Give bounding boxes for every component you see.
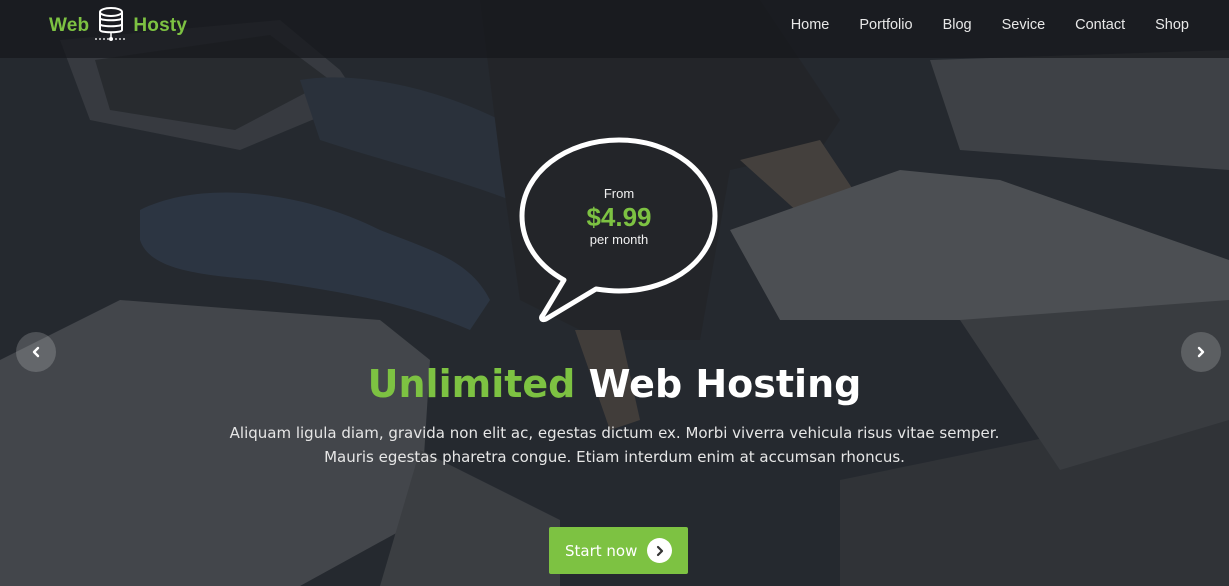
database-icon [95,7,128,41]
nav-item-shop[interactable]: Shop [1155,17,1189,33]
price-from-label: From [603,186,635,201]
chevron-right-icon [647,538,672,563]
nav-item-home[interactable]: Home [791,17,830,33]
price-period: per month [589,232,649,247]
main-nav: Home Portfolio Blog Sevice Contact Shop [761,0,1189,50]
nav-item-contact[interactable]: Contact [1075,17,1125,33]
brand-name-left: Web [49,15,90,36]
hero-slider: Web Hosty Home Portfolio Blog Sevice Con… [0,0,1229,586]
brand-logo[interactable]: Web Hosty [49,6,187,46]
hero-description: Aliquam ligula diam, gravida non elit ac… [0,421,1229,469]
top-navbar: Web Hosty Home Portfolio Blog Sevice Con… [0,0,1229,58]
hero-headline: Unlimited Web Hosting [0,362,1229,406]
headline-accent: Unlimited [367,362,576,406]
carousel-prev-button[interactable] [16,332,56,372]
nav-item-service[interactable]: Sevice [1002,17,1046,33]
brand-name-right: Hosty [133,15,188,36]
price-value: $4.99 [586,202,652,232]
chevron-right-icon [1197,346,1205,358]
description-line: Aliquam ligula diam, gravida non elit ac… [229,424,1000,442]
start-now-label: Start now [565,541,638,560]
nav-item-blog[interactable]: Blog [943,17,972,33]
description-line: Mauris egestas pharetra congue. Etiam in… [324,448,905,466]
chevron-left-icon [32,346,40,358]
carousel-next-button[interactable] [1181,332,1221,372]
nav-item-portfolio[interactable]: Portfolio [859,17,912,33]
start-now-button[interactable]: Start now [549,527,688,574]
headline-rest: Web Hosting [575,362,862,406]
price-bubble: From $4.99 per month [516,186,722,247]
